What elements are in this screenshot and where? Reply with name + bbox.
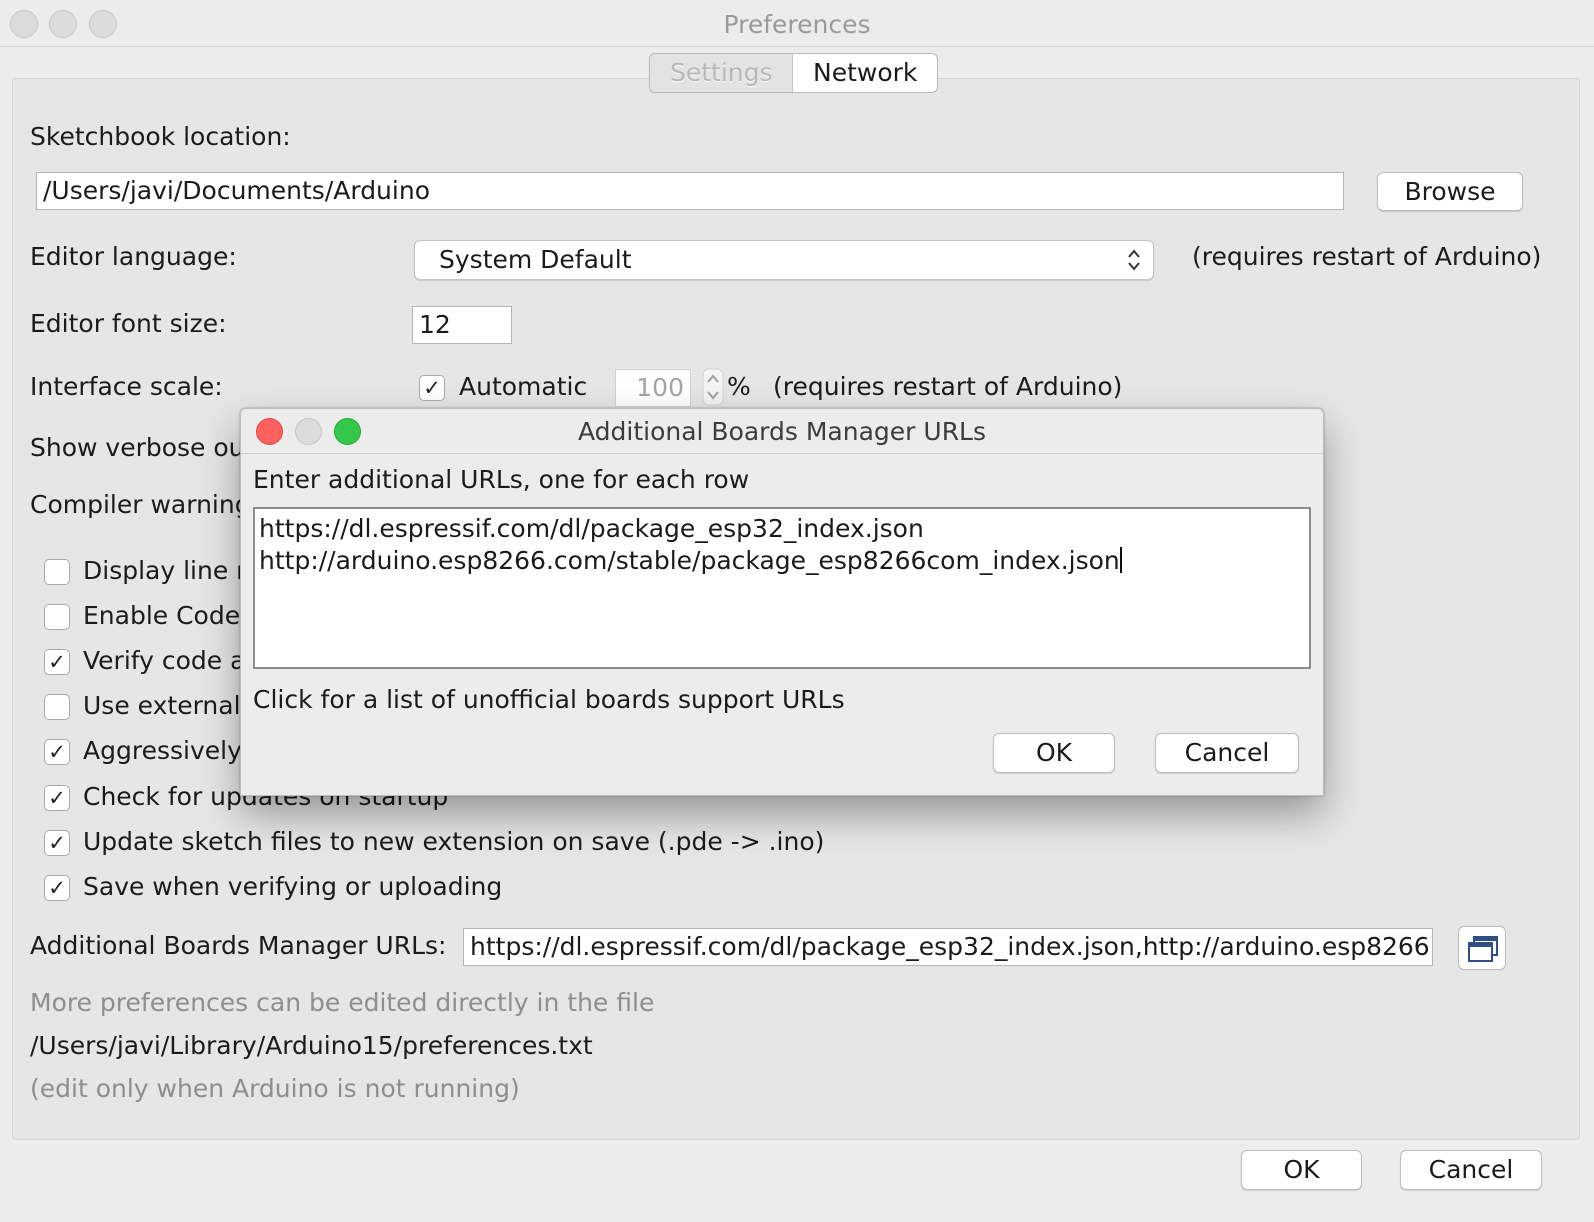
sketchbook-label: Sketchbook location: xyxy=(30,122,291,151)
editor-language-label: Editor language: xyxy=(30,242,237,271)
window-title: Preferences xyxy=(723,10,871,39)
dialog-title: Additional Boards Manager URLs xyxy=(577,417,987,446)
checkbox-label: Update sketch files to new extension on … xyxy=(83,827,825,856)
chevron-updown-icon xyxy=(1128,249,1140,271)
checkbox[interactable]: ✓ xyxy=(44,739,70,765)
ok-button[interactable]: OK xyxy=(1241,1150,1362,1190)
automatic-checkbox[interactable]: ✓ xyxy=(419,375,445,401)
window-titlebar: Preferences xyxy=(0,0,1594,47)
scale-field[interactable]: 100 xyxy=(615,369,691,407)
editor-language-value: System Default xyxy=(439,245,632,274)
edit-note: (edit only when Arduino is not running) xyxy=(30,1074,520,1103)
checkbox[interactable] xyxy=(44,604,70,630)
boards-urls-label: Additional Boards Manager URLs: xyxy=(30,931,447,960)
stepper-icon[interactable] xyxy=(702,368,724,406)
boards-urls-dialog: Additional Boards Manager URLs Enter add… xyxy=(240,408,1324,796)
more-prefs-note: More preferences can be edited directly … xyxy=(30,988,655,1017)
compiler-warnings-label: Compiler warning xyxy=(30,490,251,519)
urls-textarea[interactable]: https://dl.espressif.com/dl/package_esp3… xyxy=(253,507,1311,669)
checkbox-label: Enable Code xyxy=(83,601,241,630)
url-line: https://dl.espressif.com/dl/package_esp3… xyxy=(259,514,924,543)
interface-scale-label: Interface scale: xyxy=(30,372,223,401)
dialog-titlebar: Additional Boards Manager URLs xyxy=(241,409,1323,454)
checkbox[interactable]: ✓ xyxy=(44,830,70,856)
browse-button[interactable]: Browse xyxy=(1377,172,1523,211)
checkbox-label: Verify code a xyxy=(83,646,246,675)
tab-network[interactable]: Network xyxy=(793,54,937,92)
checkbox-label: Aggressively xyxy=(83,736,242,765)
checkbox[interactable]: ✓ xyxy=(44,785,70,811)
boards-urls-field[interactable]: https://dl.espressif.com/dl/package_esp3… xyxy=(463,928,1433,966)
checkbox[interactable] xyxy=(44,559,70,585)
checkbox-label: Save when verifying or uploading xyxy=(83,872,503,901)
verbose-output-label: Show verbose ou xyxy=(30,433,245,462)
prefs-file-path[interactable]: /Users/javi/Library/Arduino15/preference… xyxy=(30,1031,593,1060)
cancel-button[interactable]: Cancel xyxy=(1400,1150,1542,1190)
unofficial-urls-link[interactable]: Click for a list of unofficial boards su… xyxy=(253,685,845,714)
editor-language-select[interactable]: System Default xyxy=(414,240,1154,280)
window-list-icon xyxy=(1468,936,1498,962)
text-caret xyxy=(1119,547,1122,573)
checkbox[interactable]: ✓ xyxy=(44,875,70,901)
dialog-cancel-button[interactable]: Cancel xyxy=(1155,733,1299,773)
percent-label: % xyxy=(727,372,751,401)
font-size-field[interactable]: 12 xyxy=(412,306,512,344)
automatic-label: Automatic xyxy=(459,372,588,401)
language-restart-note: (requires restart of Arduino) xyxy=(1192,242,1542,271)
scale-restart-note: (requires restart of Arduino) xyxy=(773,372,1123,401)
sketchbook-location-field[interactable]: /Users/javi/Documents/Arduino xyxy=(36,172,1344,210)
dialog-ok-button[interactable]: OK xyxy=(993,733,1115,773)
font-size-label: Editor font size: xyxy=(30,309,227,338)
checkbox[interactable]: ✓ xyxy=(44,649,70,675)
edit-urls-button[interactable] xyxy=(1458,926,1506,970)
dialog-instruction: Enter additional URLs, one for each row xyxy=(253,465,750,494)
tab-bar: Settings Network xyxy=(649,53,938,93)
url-line: http://arduino.esp8266.com/stable/packag… xyxy=(259,546,1122,575)
checkbox[interactable] xyxy=(44,694,70,720)
checkbox-label: Use external xyxy=(83,691,241,720)
checkbox-label: Display line r xyxy=(83,556,247,585)
tab-settings[interactable]: Settings xyxy=(650,54,793,92)
